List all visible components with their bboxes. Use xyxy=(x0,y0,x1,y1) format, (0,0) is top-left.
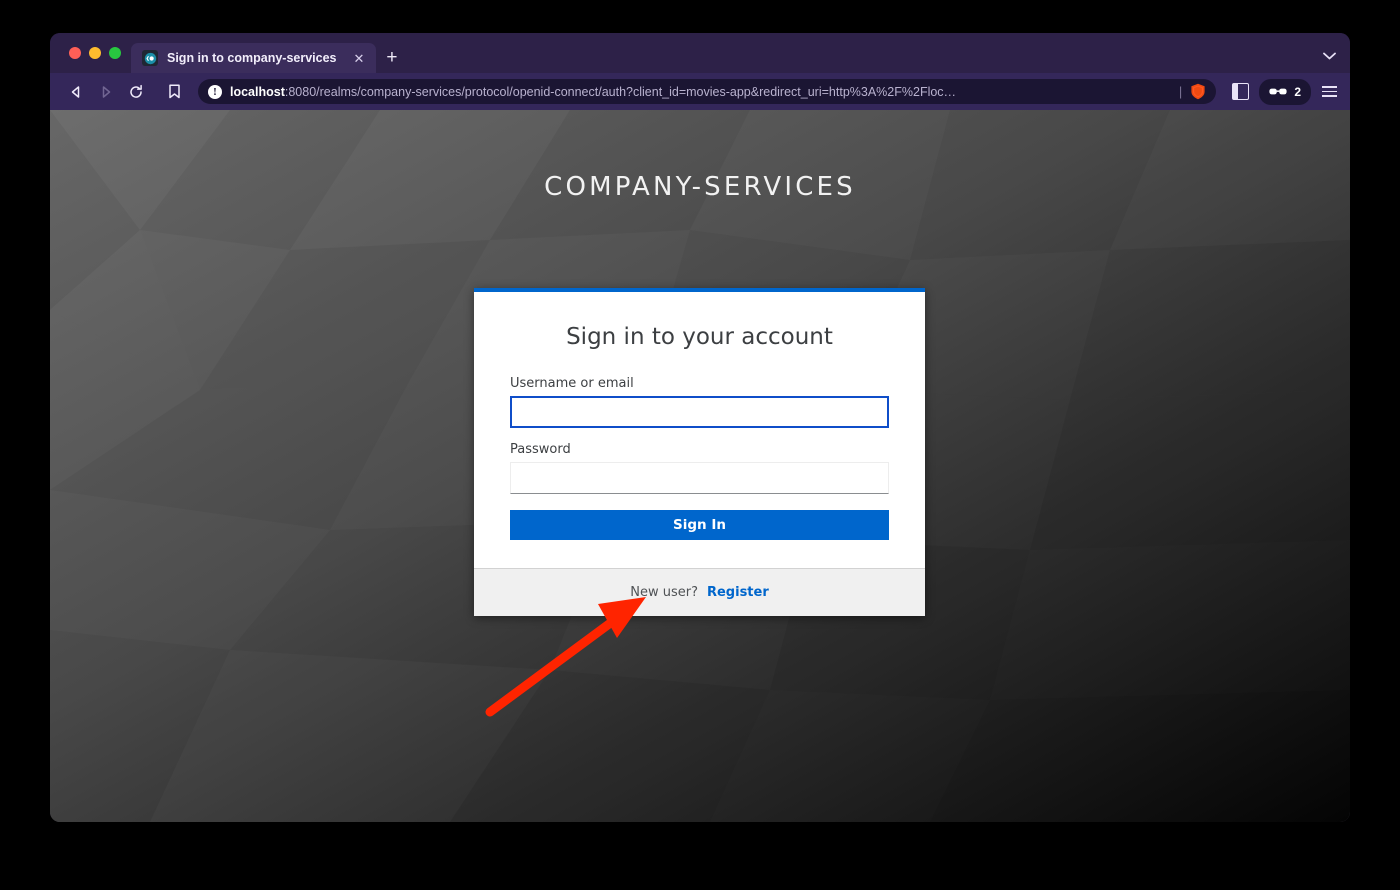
shields-counter[interactable]: 2 xyxy=(1259,78,1311,105)
page-title: COMPANY-SERVICES xyxy=(544,172,856,202)
close-window-button[interactable] xyxy=(69,47,81,59)
brave-shields-icon[interactable] xyxy=(1190,83,1206,100)
shields-count-label: 2 xyxy=(1294,84,1301,99)
password-input[interactable] xyxy=(510,462,889,494)
new-user-text: New user? xyxy=(630,585,698,600)
browser-toolbar: ! localhost:8080/realms/company-services… xyxy=(50,73,1350,110)
glasses-icon xyxy=(1269,83,1287,101)
username-field-group: Username or email xyxy=(510,376,889,428)
login-card: Sign in to your account Username or emai… xyxy=(474,288,925,616)
chevron-down-icon[interactable] xyxy=(1323,47,1336,65)
login-card-footer: New user? Register xyxy=(474,568,925,616)
browser-tab[interactable]: Sign in to company-services ✕ xyxy=(131,43,377,73)
keycloak-favicon xyxy=(142,50,158,66)
password-field-group: Password xyxy=(510,442,889,494)
maximize-window-button[interactable] xyxy=(109,47,121,59)
window-controls xyxy=(64,33,131,73)
url-path: :8080/realms/company-services/protocol/o… xyxy=(284,84,957,99)
page-viewport: COMPANY-SERVICES Sign in to your account… xyxy=(50,110,1350,822)
forward-button[interactable] xyxy=(92,78,120,106)
site-info-icon[interactable]: ! xyxy=(208,84,222,99)
password-label: Password xyxy=(510,442,571,457)
register-link[interactable]: Register xyxy=(707,585,769,600)
minimize-window-button[interactable] xyxy=(89,47,101,59)
bookmark-icon[interactable] xyxy=(160,78,188,106)
screenshot-root: Sign in to company-services ✕ + ! localh… xyxy=(0,0,1400,890)
reload-button[interactable] xyxy=(122,78,150,106)
sidebar-panel-icon[interactable] xyxy=(1232,83,1250,100)
url-host: localhost xyxy=(230,84,285,99)
browser-tab-title: Sign in to company-services xyxy=(167,51,337,65)
login-form: Sign in to your account Username or emai… xyxy=(474,292,925,568)
toolbar-right-controls: 2 xyxy=(1232,78,1338,105)
close-tab-button[interactable]: ✕ xyxy=(350,50,369,67)
username-label: Username or email xyxy=(510,376,634,391)
browser-window: Sign in to company-services ✕ + ! localh… xyxy=(50,33,1350,822)
url-divider: | xyxy=(1178,84,1183,99)
back-button[interactable] xyxy=(62,78,90,106)
username-input[interactable] xyxy=(510,396,889,428)
new-tab-button[interactable]: + xyxy=(376,48,407,67)
hamburger-menu-icon[interactable] xyxy=(1321,83,1338,100)
login-heading: Sign in to your account xyxy=(566,324,833,350)
browser-tab-strip: Sign in to company-services ✕ + xyxy=(50,33,1350,73)
url-bar[interactable]: ! localhost:8080/realms/company-services… xyxy=(198,79,1217,104)
sign-in-button[interactable]: Sign In xyxy=(510,510,889,540)
url-text: localhost:8080/realms/company-services/p… xyxy=(230,85,1171,99)
